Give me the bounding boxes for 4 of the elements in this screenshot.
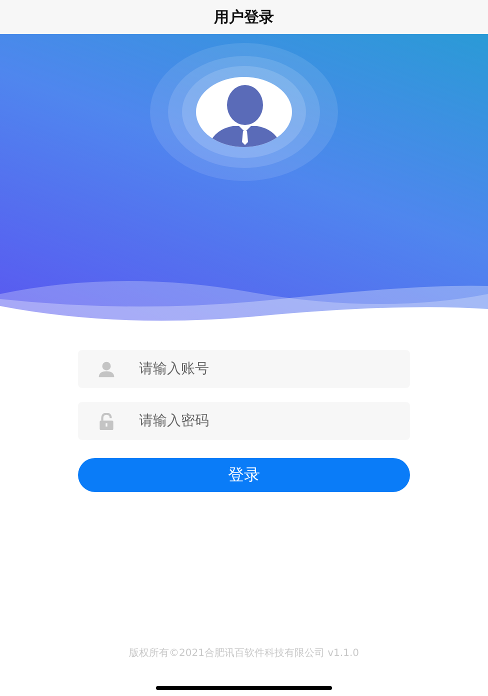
page-title: 用户登录 — [214, 8, 274, 26]
input-field[interactable]: 请输入账号 — [78, 350, 410, 388]
input-field[interactable]: 请输入密码 — [78, 402, 410, 440]
login-button[interactable]: 登录 — [78, 458, 410, 492]
